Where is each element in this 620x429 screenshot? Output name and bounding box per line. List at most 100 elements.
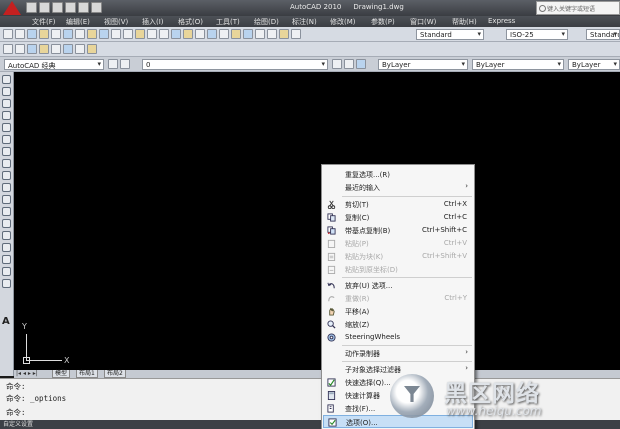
tab-model[interactable]: 模型: [52, 370, 71, 378]
tab-nav-icons[interactable]: |◂ ◂ ▸ ▸|: [16, 370, 38, 377]
layer-tool-icon[interactable]: [63, 44, 73, 54]
tab-layout1[interactable]: 布局1: [76, 370, 98, 378]
menu-dimension[interactable]: 标注(N): [292, 17, 317, 27]
polygon-icon[interactable]: [2, 111, 11, 120]
cut-icon[interactable]: [87, 29, 97, 39]
make-block-icon[interactable]: [2, 219, 11, 228]
multiline-text-icon[interactable]: A: [2, 316, 10, 327]
layer-tool-icon[interactable]: [27, 44, 37, 54]
match-properties-icon[interactable]: [123, 29, 133, 39]
menu-insert[interactable]: 插入(I): [142, 17, 164, 27]
construction-line-icon[interactable]: [2, 87, 11, 96]
redo-icon[interactable]: [159, 29, 169, 39]
layer-previous-icon[interactable]: [344, 59, 354, 69]
polyline-icon[interactable]: [2, 99, 11, 108]
menu-parametric[interactable]: 参数(P): [371, 17, 395, 27]
layer-state-icon[interactable]: [332, 59, 342, 69]
menu-edit[interactable]: 编辑(E): [66, 17, 90, 27]
undo-icon[interactable]: [147, 29, 157, 39]
text-style-select[interactable]: Standard: [416, 29, 484, 40]
layer-tool-icon[interactable]: [87, 44, 97, 54]
table-icon[interactable]: [2, 279, 11, 288]
3d-dwf-icon[interactable]: [75, 29, 85, 39]
menu-modify[interactable]: 修改(M): [330, 17, 356, 27]
menu-item-steeringwheels[interactable]: SteeringWheels: [323, 331, 473, 344]
table-style-select[interactable]: Standard: [586, 29, 620, 40]
copy-icon[interactable]: [99, 29, 109, 39]
workspace-select[interactable]: AutoCAD 经典: [4, 59, 104, 70]
hatch-icon[interactable]: [2, 243, 11, 252]
menu-item-undo[interactable]: 放弃(U) 选项...: [323, 279, 473, 292]
save-icon[interactable]: [52, 2, 63, 13]
menu-item-repeat-options[interactable]: 重复选项...(R): [323, 168, 473, 181]
layer-tool-icon[interactable]: [51, 44, 61, 54]
zoom-realtime-icon[interactable]: [183, 29, 193, 39]
menu-view[interactable]: 视图(V): [104, 17, 128, 27]
menu-window[interactable]: 窗口(W): [410, 17, 436, 27]
color-select[interactable]: ByLayer: [378, 59, 468, 70]
open-icon[interactable]: [15, 29, 25, 39]
help-icon[interactable]: [291, 29, 301, 39]
dim-style-select[interactable]: ISO-25: [506, 29, 568, 40]
menu-item-cut[interactable]: 剪切(T) Ctrl+X: [323, 198, 473, 211]
markup-icon[interactable]: [267, 29, 277, 39]
gradient-icon[interactable]: [2, 255, 11, 264]
circle-icon[interactable]: [2, 147, 11, 156]
rectangle-icon[interactable]: [2, 123, 11, 132]
command-prompt[interactable]: 命令:: [6, 407, 26, 418]
preview-icon[interactable]: [51, 29, 61, 39]
block-editor-icon[interactable]: [135, 29, 145, 39]
workspace-settings-icon[interactable]: [108, 59, 118, 69]
tab-layout2[interactable]: 布局2: [104, 370, 126, 378]
menu-file[interactable]: 文件(F): [32, 17, 56, 27]
plot-icon[interactable]: [39, 29, 49, 39]
menu-item-recent-input[interactable]: 最近的输入 ›: [323, 181, 473, 194]
spline-icon[interactable]: [2, 171, 11, 180]
layer-tool-icon[interactable]: [75, 44, 85, 54]
ellipse-icon[interactable]: [2, 183, 11, 192]
menu-draw[interactable]: 绘图(D): [254, 17, 279, 27]
layer-tool-icon[interactable]: [3, 44, 13, 54]
menu-item-zoom[interactable]: 缩放(Z): [323, 318, 473, 331]
menu-help[interactable]: 帮助(H): [452, 17, 477, 27]
workspace-lock-icon[interactable]: [120, 59, 130, 69]
quickcalc-icon[interactable]: [279, 29, 289, 39]
save-icon[interactable]: [27, 29, 37, 39]
arc-icon[interactable]: [2, 135, 11, 144]
tool-palettes-icon[interactable]: [243, 29, 253, 39]
linetype-select[interactable]: ByLayer: [472, 59, 564, 70]
menu-item-copy-with-base[interactable]: 带基点复制(B) Ctrl+Shift+C: [323, 224, 473, 237]
region-icon[interactable]: [2, 267, 11, 276]
paste-icon[interactable]: [111, 29, 121, 39]
drawing-canvas[interactable]: [14, 72, 620, 370]
lineweight-select[interactable]: ByLayer: [568, 59, 620, 70]
menu-item-action-recorder[interactable]: 动作录制器 ›: [323, 347, 473, 360]
new-icon[interactable]: [26, 2, 37, 13]
menu-express[interactable]: Express: [488, 17, 515, 25]
open-icon[interactable]: [39, 2, 50, 13]
undo-icon[interactable]: [65, 2, 76, 13]
zoom-previous-icon[interactable]: [207, 29, 217, 39]
new-icon[interactable]: [3, 29, 13, 39]
ellipse-arc-icon[interactable]: [2, 195, 11, 204]
menu-tools[interactable]: 工具(T): [216, 17, 240, 27]
layer-tool-icon[interactable]: [15, 44, 25, 54]
layer-tool-icon[interactable]: [39, 44, 49, 54]
design-center-icon[interactable]: [231, 29, 241, 39]
autocad-logo-icon[interactable]: [3, 1, 21, 15]
revision-cloud-icon[interactable]: [2, 159, 11, 168]
layer-match-icon[interactable]: [356, 59, 366, 69]
zoom-window-icon[interactable]: [195, 29, 205, 39]
menu-format[interactable]: 格式(O): [178, 17, 203, 27]
plot-icon[interactable]: [91, 2, 102, 13]
insert-block-icon[interactable]: [2, 207, 11, 216]
pan-icon[interactable]: [171, 29, 181, 39]
menu-item-copy[interactable]: 复制(C) Ctrl+C: [323, 211, 473, 224]
menu-item-pan[interactable]: 平移(A): [323, 305, 473, 318]
publish-icon[interactable]: [63, 29, 73, 39]
layer-select[interactable]: 0: [142, 59, 328, 70]
line-icon[interactable]: [2, 75, 11, 84]
properties-icon[interactable]: [219, 29, 229, 39]
redo-icon[interactable]: [78, 2, 89, 13]
point-icon[interactable]: [2, 231, 11, 240]
